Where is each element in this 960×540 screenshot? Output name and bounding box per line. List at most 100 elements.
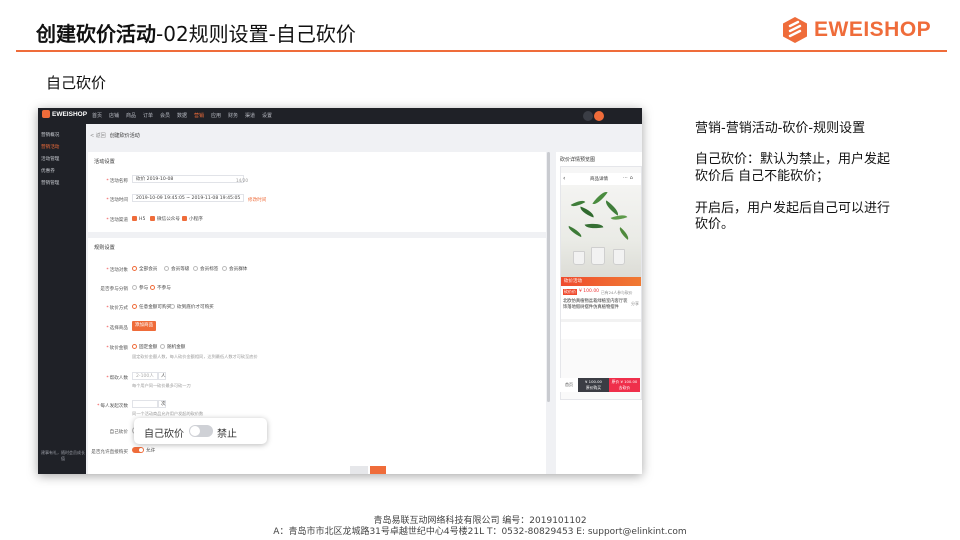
join-label: 活动对象 <box>88 267 128 273</box>
form-scrollbar[interactable] <box>547 152 550 402</box>
direct-buy-toggle[interactable]: 允许 <box>132 447 155 454</box>
admin-screenshot: EWEISHOP 首页 店铺 商品 订单 会员 数据 营销 应用 财务 渠道 设… <box>38 108 642 474</box>
slide-subtitle: 自己砍价 <box>46 74 107 92</box>
method-floor-price[interactable]: 砍到底价才可购买 <box>170 304 214 310</box>
modify-time-link[interactable]: 修改时间 <box>248 197 266 203</box>
channel-miniprogram[interactable]: 小程序 <box>182 216 203 222</box>
nav-channel[interactable]: 渠道 <box>245 112 262 119</box>
sidebar-item-marketing-manage[interactable]: 营销管理 <box>41 180 59 186</box>
explanation-p2-line1: 开启后，用户发起后自己可以进行 <box>695 201 891 216</box>
nav-home[interactable]: 首页 <box>92 112 109 119</box>
channel-wechat[interactable]: 微信公众号 <box>150 216 180 222</box>
explanation-p1-line2: 砍价后 自己不能砍价； <box>695 169 830 184</box>
nav-data[interactable]: 数据 <box>177 112 194 119</box>
admin-topbar: EWEISHOP 首页 店铺 商品 订单 会员 数据 营销 应用 财务 渠道 设… <box>38 108 642 124</box>
people-unit: 人 <box>158 372 166 380</box>
nav-orders[interactable]: 订单 <box>143 112 160 119</box>
self-bargain-switch[interactable] <box>189 425 213 437</box>
activity-section-title: 活动设置 <box>94 159 115 165</box>
checkbox-checked-icon <box>132 216 137 221</box>
admin-brand: EWEISHOP <box>42 110 87 118</box>
nav-settings[interactable]: 设置 <box>262 112 279 119</box>
callout-label: 自己砍价 <box>144 429 184 440</box>
radio-icon <box>160 344 165 349</box>
method-any-amount[interactable]: 任意金额可购买 <box>132 304 171 310</box>
save-button[interactable] <box>370 466 386 474</box>
preview-title: 砍价详情预览图 <box>560 157 596 163</box>
add-goods-button[interactable]: 添加商品 <box>132 321 156 331</box>
eweishop-logo: EWEISHOP <box>782 14 931 46</box>
explanation-heading: 营销-营销活动-砍价-规则设置 <box>695 121 866 136</box>
activity-time-label: 活动时间 <box>88 197 128 203</box>
avatar[interactable] <box>594 111 604 121</box>
direct-buy-label: 是否允许直接购买 <box>91 450 128 455</box>
nav-goods[interactable]: 商品 <box>126 112 143 119</box>
explanation-p1-line1: 自己砍价：默认为禁止，用户发起 <box>695 152 891 167</box>
join-member-tag[interactable]: 会员标签 <box>193 266 218 272</box>
more-icon: ⋯ ⌂ <box>623 175 633 181</box>
amount-fixed[interactable]: 固定金额 <box>132 344 157 350</box>
radio-icon <box>193 266 198 271</box>
admin-sidebar: 营销概况 营销活动 活动管理 优惠券 营销管理 <box>38 124 86 474</box>
breadcrumb: < 返回 创建砍价活动 <box>90 132 140 139</box>
radio-selected-icon <box>132 266 137 271</box>
sidebar-item-overview[interactable]: 营销概况 <box>41 132 59 138</box>
radio-icon <box>164 266 169 271</box>
sidebar-footer: 建事有礼，随时会员成长值 <box>41 450 85 461</box>
slide-title-bold: 创建砍价活动 <box>36 22 156 46</box>
share-not-join[interactable]: 不参与 <box>150 285 171 291</box>
goods-label: 选择商品 <box>88 325 128 331</box>
radio-selected-icon <box>132 344 137 349</box>
sidebar-item-manage[interactable]: 活动管理 <box>41 156 59 162</box>
preview-product-desc: 北欧仿真植物盆栽绿植室内客厅装饰落地假树摆件仿真植物摆件 <box>563 299 628 310</box>
admin-nav: 首页 店铺 商品 订单 会员 数据 营销 应用 财务 渠道 设置 <box>92 112 279 119</box>
preview-divider <box>561 319 641 322</box>
channel-h5[interactable]: H5 <box>132 216 145 222</box>
limit-hint: 同一个活动商品允许用户发起的砍价数 <box>132 411 204 416</box>
cancel-button[interactable] <box>350 466 368 474</box>
self-bargain-callout: 自己砍价 禁止 <box>134 418 267 444</box>
nav-marketing[interactable]: 营销 <box>194 112 211 119</box>
bargain-banner: 砍价活动 <box>561 277 641 286</box>
nav-members[interactable]: 会员 <box>160 112 177 119</box>
sidebar-item-coupons[interactable]: 优惠券 <box>41 168 55 174</box>
rules-section-title: 规则设置 <box>94 245 115 251</box>
activity-name-counter: 14/20 <box>236 178 249 183</box>
radio-icon <box>222 266 227 271</box>
self-bargain-label: 自己砍价 <box>109 430 128 435</box>
breadcrumb-current: 创建砍价活动 <box>109 133 140 139</box>
hexagon-logo-icon <box>783 17 807 43</box>
nav-finance[interactable]: 财务 <box>228 112 245 119</box>
people-hint: 每个用户同一砍价最多可砍一刀 <box>132 383 191 388</box>
callout-state: 禁止 <box>217 429 237 440</box>
amount-random[interactable]: 随机金额 <box>160 344 185 350</box>
activity-settings-panel: 活动设置 活动名称 砍价 2019-10-08 14/20 活动时间 2019-… <box>88 152 546 232</box>
limit-input[interactable] <box>132 400 158 408</box>
activity-time-input[interactable]: 2019-10-09 19:45:05 ~ 2019-11-08 19:45:0… <box>132 194 244 202</box>
people-input[interactable]: 2-100人 <box>132 372 158 380</box>
brand-icon <box>42 110 50 118</box>
activity-name-input[interactable]: 砍价 2019-10-08 <box>132 175 244 183</box>
join-member-group[interactable]: 会员群体 <box>222 266 247 272</box>
notification-icon[interactable] <box>583 111 593 121</box>
people-label: 帮砍人数 <box>88 375 128 381</box>
join-all-members[interactable]: 全部会员 <box>132 266 157 272</box>
join-member-level[interactable]: 会员等级 <box>164 266 189 272</box>
slide-title: 创建砍价活动-02规则设置-自己砍价 <box>36 18 356 47</box>
nav-shop[interactable]: 店铺 <box>109 112 126 119</box>
nav-apps[interactable]: 应用 <box>211 112 228 119</box>
buy-original-button[interactable]: ¥ 100.00 原价购买 <box>578 378 609 392</box>
product-image <box>561 185 641 277</box>
back-link[interactable]: < 返回 <box>90 133 106 139</box>
radio-icon <box>170 304 175 309</box>
preview-price: ¥ 100.00 <box>579 289 600 294</box>
radio-icon <box>132 285 137 290</box>
sidebar-item-activities[interactable]: 营销活动 <box>41 144 59 150</box>
price-tag: 砍价价 <box>563 289 577 295</box>
share-join[interactable]: 参与 <box>132 285 148 291</box>
share-button[interactable]: 分享 <box>631 301 639 307</box>
preview-panel: 砍价详情预览图 ‹ 商品详情 ⋯ ⌂ 砍价活动 砍价价 ¥ 100.00 已有2… <box>556 152 642 474</box>
go-bargain-button[interactable]: 原价 ¥ 100.00 去砍价 <box>609 378 640 392</box>
home-button[interactable]: 首页 <box>560 378 578 392</box>
amount-label: 砍价金额 <box>88 345 128 351</box>
